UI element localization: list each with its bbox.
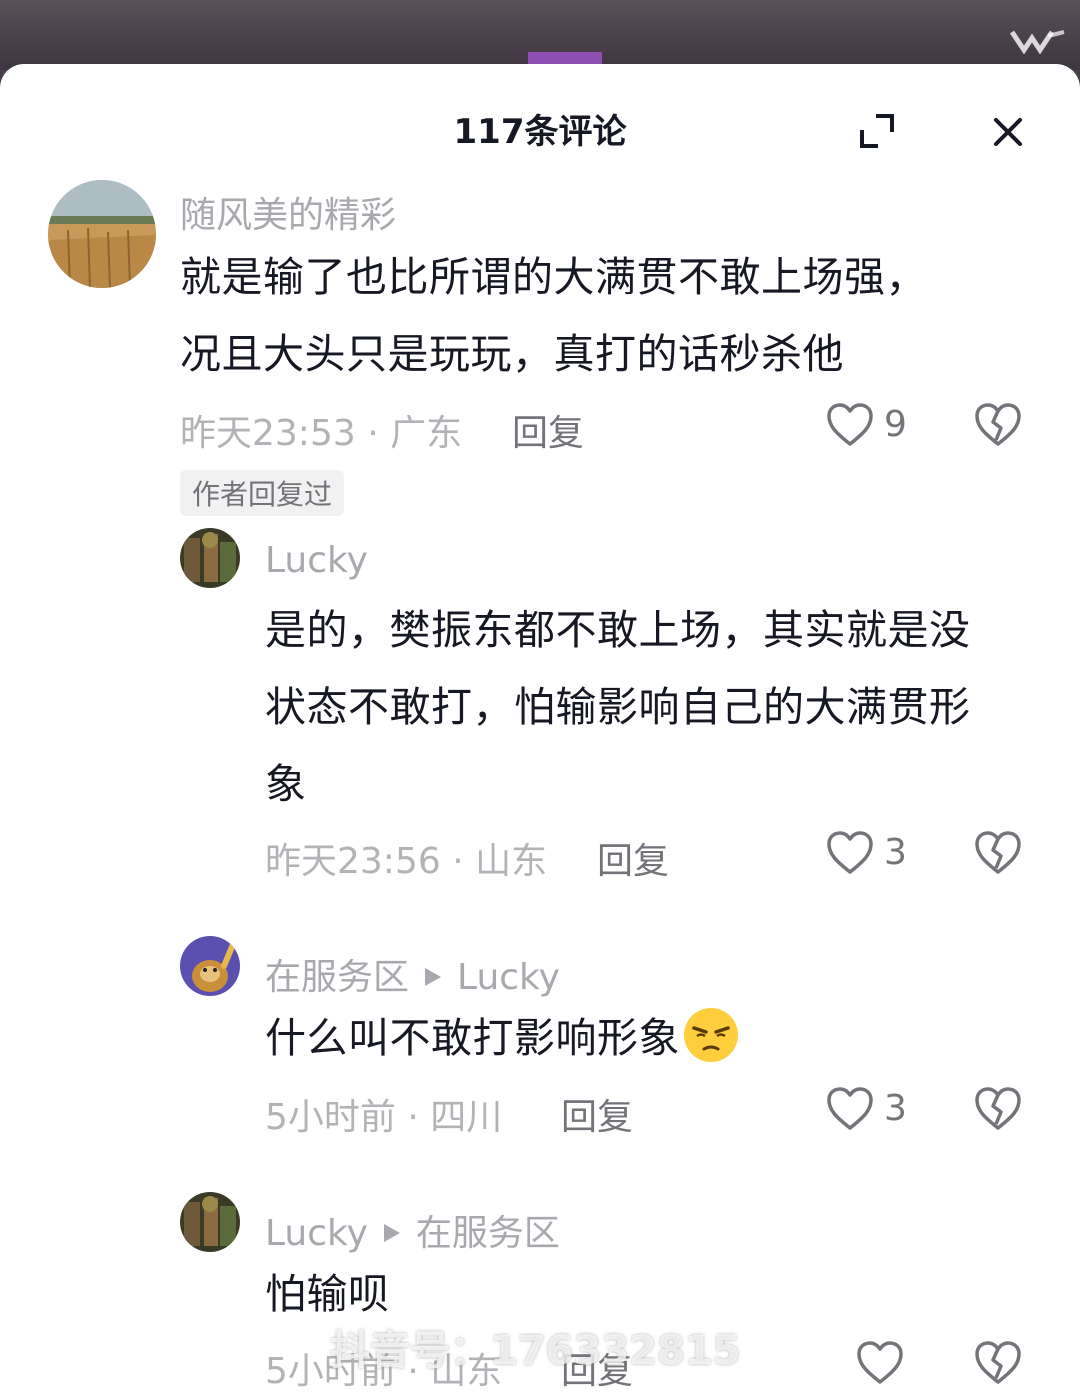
avatar[interactable] — [180, 936, 240, 996]
broken-heart-icon[interactable] — [974, 1086, 1022, 1132]
watermark: 抖音号：176332815 — [330, 1328, 741, 1374]
reply-text-line: 状态不敢打，怕输影响自己的大满贯形 — [265, 683, 971, 731]
like-count: 3 — [884, 832, 907, 873]
reply-arrow-icon — [425, 968, 442, 986]
reply-meta: 5小时前 · 四川 — [265, 1097, 503, 1138]
heart-icon[interactable] — [826, 1086, 874, 1132]
comment-text-line: 况且大头只是玩玩，真打的话秒杀他 — [180, 330, 844, 378]
app-logo-icon — [1010, 30, 1065, 54]
reply-text-line: 象 — [265, 760, 307, 808]
broken-heart-icon[interactable] — [974, 402, 1022, 448]
reply-button[interactable]: 回复 — [512, 404, 584, 456]
reply-arrow-icon — [383, 1224, 400, 1242]
author-replied-badge: 作者回复过 — [180, 470, 345, 516]
reply-target-username[interactable]: Lucky — [457, 957, 560, 998]
broken-heart-icon[interactable] — [974, 1340, 1022, 1386]
reply-button[interactable]: 回复 — [597, 832, 669, 884]
heart-icon[interactable] — [856, 1340, 904, 1386]
reply-meta: 昨天23:56 · 山东 — [265, 841, 548, 882]
reply-text-line: 是的，樊振东都不敢上场，其实就是没 — [265, 606, 971, 654]
reply-text: 什么叫不敢打影响形象 — [265, 1000, 740, 1077]
reply-username[interactable]: Lucky — [265, 540, 368, 581]
avatar[interactable] — [180, 528, 240, 588]
comment-username[interactable]: 随风美的精彩 — [180, 186, 396, 238]
avatar[interactable] — [48, 180, 156, 288]
squint-emoji-icon — [684, 1008, 738, 1062]
comment-meta: 昨天23:53 · 广东 — [180, 413, 463, 454]
reply-username[interactable]: 在服务区 — [265, 957, 409, 998]
heart-icon[interactable] — [826, 402, 874, 448]
heart-icon[interactable] — [826, 830, 874, 876]
like-count: 3 — [884, 1088, 907, 1129]
reply-button[interactable]: 回复 — [561, 1088, 633, 1140]
reply-username-line: Lucky 在服务区 — [265, 1204, 560, 1256]
comments-sheet: 117条评论 随风美的精彩 就是输了也比所谓的大满贯不敢上场强， 况且大头只是玩… — [0, 64, 1080, 1394]
reply-text-content: 什么叫不敢打影响形象 — [265, 1014, 680, 1062]
reply-target-username[interactable]: 在服务区 — [416, 1213, 560, 1254]
avatar[interactable] — [180, 1192, 240, 1252]
reply-username-line: 在服务区 Lucky — [265, 948, 560, 1000]
reply-username[interactable]: Lucky — [265, 1213, 368, 1254]
video-background — [0, 0, 1080, 70]
like-count: 9 — [884, 404, 907, 445]
comment-text-line: 就是输了也比所谓的大满贯不敢上场强， — [180, 253, 927, 301]
broken-heart-icon[interactable] — [974, 830, 1022, 876]
comment-item: 随风美的精彩 就是输了也比所谓的大满贯不敢上场强， 况且大头只是玩玩，真打的话秒… — [0, 64, 1080, 516]
